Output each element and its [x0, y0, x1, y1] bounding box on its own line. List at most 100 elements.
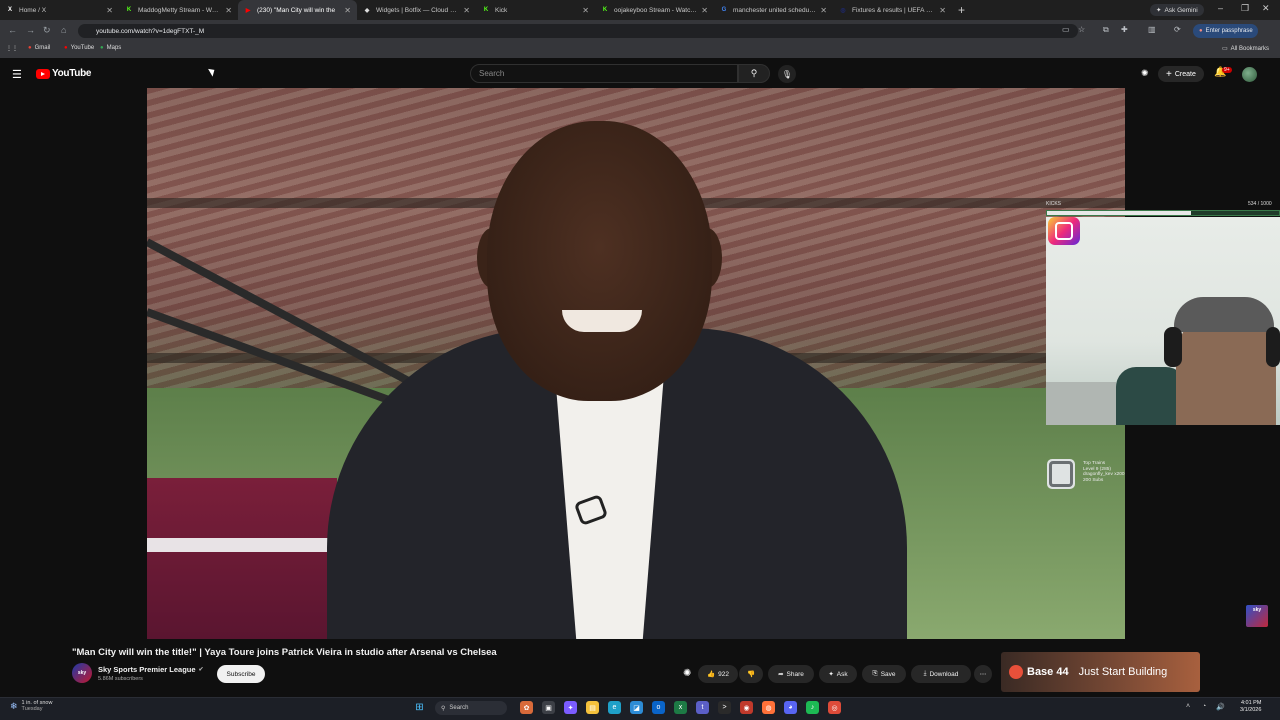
bookmark-star-icon[interactable]: ☆: [1078, 25, 1085, 34]
edge-icon[interactable]: e: [608, 701, 621, 714]
kick-icon: K: [602, 7, 608, 13]
network-icon[interactable]: ◔: [1202, 703, 1206, 710]
browser-tab[interactable]: Gmanchester united schedule - G ✕: [714, 0, 833, 20]
task-view-icon[interactable]: ▣: [542, 701, 555, 714]
menu-icon[interactable]: ☰: [12, 68, 22, 81]
weather-widget[interactable]: ❄ 1 in. of snow Tuesday: [10, 700, 52, 712]
train-icon: [1047, 459, 1075, 489]
gmail-icon: ●: [28, 45, 32, 51]
search-icon: ⚲: [441, 705, 446, 712]
save-button[interactable]: ⎘ Save: [862, 665, 906, 683]
train-info: Top Trains Level 9 (285) dragonfly_kev x…: [1083, 461, 1125, 483]
browser-tab[interactable]: K MaddogMetty Stream - Watch ✕: [119, 0, 238, 20]
address-bar[interactable]: youtube.com/watch?v=1degFTXT-_M: [78, 24, 1078, 38]
photos-icon[interactable]: ◪: [630, 701, 643, 714]
chrome-icon[interactable]: ◎: [828, 701, 841, 714]
close-tab-icon[interactable]: ✕: [463, 6, 470, 15]
url-text: youtube.com/watch?v=1degFTXT-_M: [96, 27, 205, 35]
account-avatar[interactable]: [1242, 67, 1257, 82]
outlook-icon[interactable]: o: [652, 701, 665, 714]
new-tab-icon[interactable]: +: [958, 3, 965, 17]
subscribe-button[interactable]: Subscribe: [217, 665, 265, 683]
tray-chevron-icon[interactable]: ˄: [1186, 703, 1190, 710]
close-tab-icon[interactable]: ✕: [225, 6, 232, 15]
restore-icon[interactable]: ❐: [1241, 3, 1249, 14]
close-tab-icon[interactable]: ✕: [701, 6, 708, 15]
all-bookmarks-button[interactable]: ▭ All Bookmarks: [1222, 45, 1269, 53]
download-icon: ⤓: [923, 670, 927, 677]
browser-tab[interactable]: X Home / X ✕: [0, 0, 119, 20]
sync-icon: ●: [1199, 28, 1203, 34]
browser-tab[interactable]: Koojakeyboo Stream - Watch Li ✕: [595, 0, 714, 20]
dislike-button[interactable]: 👎: [739, 665, 763, 683]
back-icon[interactable]: ←: [8, 25, 17, 35]
ask-gemini-button[interactable]: ✦ Ask Gemini: [1150, 4, 1204, 16]
create-button[interactable]: + Create: [1158, 66, 1204, 82]
browser-tab[interactable]: ▶ (230) "Man City will win the ✕: [238, 0, 357, 20]
remix-icon[interactable]: ✺: [683, 668, 691, 679]
terminal-icon[interactable]: >: [718, 701, 731, 714]
search-input[interactable]: Search: [470, 64, 738, 83]
ad-tagline: Just Start Building: [1078, 666, 1168, 678]
more-dots-icon: ⋯: [979, 671, 987, 678]
snow-icon: ❄: [10, 701, 18, 711]
like-button[interactable]: 👍 922: [698, 665, 738, 683]
video-player[interactable]: [147, 88, 1125, 639]
thumbs-down-icon: 👎: [746, 671, 756, 678]
home-icon[interactable]: ⌂: [61, 25, 66, 35]
apps-icon[interactable]: ⋮⋮: [6, 45, 18, 52]
download-button[interactable]: ⤓ Download: [911, 665, 971, 683]
davinci-icon[interactable]: ◉: [740, 701, 753, 714]
firefox-icon[interactable]: ◍: [762, 701, 775, 714]
bookmark-item[interactable]: ● YouTube: [64, 45, 94, 51]
botfix-icon: ◆: [364, 7, 370, 14]
kicks-goal-label: KICKS: [1046, 201, 1062, 207]
gemini-icon: ✦: [1156, 7, 1162, 14]
sponsored-ad-banner[interactable]: Base 44 Just Start Building: [1001, 652, 1200, 692]
cast-icon[interactable]: ▭: [1062, 25, 1070, 34]
windows-start-icon[interactable]: ⊞: [413, 701, 426, 714]
share-button[interactable]: ➦ Share: [768, 665, 814, 683]
close-window-icon[interactable]: ✕: [1262, 3, 1270, 14]
sidepanel-icon[interactable]: ▥: [1148, 25, 1156, 34]
volume-icon[interactable]: 🔊: [1216, 703, 1225, 711]
extension-icon[interactable]: ⧉: [1103, 25, 1109, 35]
minimize-icon[interactable]: –: [1218, 3, 1223, 13]
forward-icon[interactable]: →: [26, 25, 35, 35]
taskbar-search[interactable]: ⚲ Search: [435, 701, 507, 715]
more-actions-button[interactable]: ⋯: [974, 665, 992, 683]
youtube-icon: ●: [64, 45, 68, 51]
close-tab-icon[interactable]: ✕: [582, 6, 589, 15]
headset-icon: [1164, 327, 1182, 367]
passphrase-button[interactable]: ● Enter passphrase: [1193, 24, 1258, 38]
voice-search-button[interactable]: 🎙: [778, 65, 796, 83]
discord-icon[interactable]: ◕: [784, 701, 797, 714]
browser-tab[interactable]: ◆ Widgets | Botfix — Cloud Stre ✕: [357, 0, 476, 20]
puzzle-icon[interactable]: ✚: [1121, 25, 1128, 34]
bookmark-item[interactable]: ● Maps: [100, 45, 121, 51]
close-tab-icon[interactable]: ✕: [344, 6, 351, 15]
verified-icon: ✔: [198, 667, 204, 673]
copilot-icon[interactable]: ✦: [564, 701, 577, 714]
close-tab-icon[interactable]: ✕: [106, 6, 113, 15]
channel-avatar[interactable]: sky: [72, 663, 92, 683]
youtube-logo[interactable]: YouTube: [36, 68, 92, 79]
file-explorer-icon[interactable]: ▤: [586, 701, 599, 714]
teams-icon[interactable]: t: [696, 701, 709, 714]
close-tab-icon[interactable]: ✕: [939, 6, 946, 15]
system-clock[interactable]: 4:01 PM 3/1/2026: [1240, 700, 1261, 714]
profile-extension-icon[interactable]: ⟳: [1174, 25, 1181, 34]
channel-name[interactable]: Sky Sports Premier League ✔: [98, 665, 204, 674]
reload-icon[interactable]: ↻: [43, 25, 51, 36]
live-streaming-icon[interactable]: ✺: [1141, 68, 1149, 79]
bookmark-item[interactable]: ● Gmail: [28, 45, 50, 51]
close-tab-icon[interactable]: ✕: [820, 6, 827, 15]
streamer-webcam: [1046, 217, 1280, 425]
browser-tab[interactable]: K Kick ✕: [476, 0, 595, 20]
ask-button[interactable]: ✦ Ask: [819, 665, 857, 683]
widgets-icon[interactable]: ✿: [520, 701, 533, 714]
search-button[interactable]: ⚲: [738, 64, 770, 83]
spotify-icon[interactable]: ♪: [806, 701, 819, 714]
browser-tab[interactable]: ◎ Fixtures & results | UEFA Cham ✕: [833, 0, 952, 20]
excel-icon[interactable]: x: [674, 701, 687, 714]
